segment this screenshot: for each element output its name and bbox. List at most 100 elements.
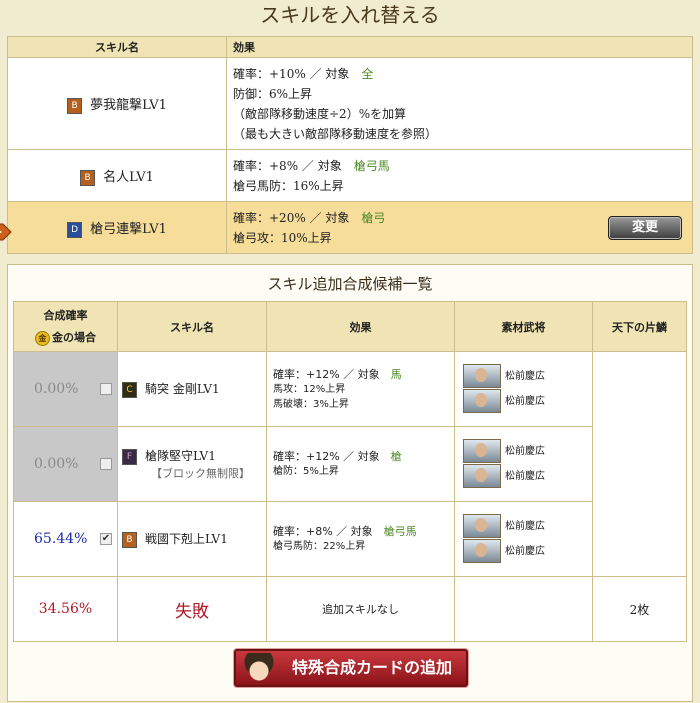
rank-badge: B: [67, 97, 83, 114]
gold-icon: 金: [35, 330, 50, 346]
tenka-count: 2枚: [592, 576, 687, 642]
header-material: 素材武将: [454, 301, 593, 352]
selection-arrow-icon: [0, 223, 12, 241]
material-general[interactable]: 松前慶広: [463, 464, 584, 489]
skill-name-cell: B 名人LV1: [7, 149, 227, 202]
effect-target: 槍弓: [361, 210, 386, 225]
select-checkbox[interactable]: [100, 458, 112, 470]
select-checkbox-checked[interactable]: ✔: [100, 533, 112, 545]
header-tenka: 天下の片鱗: [592, 301, 687, 352]
fail-effect: 追加スキルなし: [266, 576, 455, 642]
general-name: 松前慶広: [505, 371, 545, 382]
candidate-effect: 確率：+8% ／ 対象 槍弓馬 槍弓馬防：22%上昇: [266, 501, 455, 577]
fail-row: 34.56% 失敗 追加スキルなし 2枚: [13, 576, 687, 642]
material-general[interactable]: 松前慶広: [463, 389, 584, 414]
rank-badge: F: [122, 449, 137, 465]
skill-effect: 確率：+10% ／ 対象 全 防御：6%上昇 （敵部隊移動速度÷2）%を加算 （…: [226, 57, 693, 150]
general-name: 松前慶広: [505, 471, 545, 482]
candidate-skill-name: 戦國下剋上LV1: [145, 532, 228, 546]
effect-target: 槍: [390, 450, 402, 463]
rank-badge: B: [80, 169, 96, 186]
rate-value: 0.00%: [34, 456, 79, 472]
candidate-row: 0.00% C 騎突 金剛LV1 確率：+12% ／ 対象 馬 馬攻：12%上昇 …: [13, 351, 687, 577]
skill-row: B 名人LV1 確率：+8% ／ 対象 槍弓馬 槍弓馬防：16%上昇: [7, 149, 693, 202]
character-face-icon: [242, 653, 276, 683]
general-portrait-icon: [463, 514, 501, 538]
effect-rate: 確率：+12% ／ 対象: [273, 450, 380, 463]
effect-line: 馬破壊：3%上昇: [273, 398, 349, 410]
effect-line: 槍弓馬防：16%上昇: [233, 178, 344, 193]
general-name: 松前慶広: [505, 396, 545, 407]
effect-rate: 確率：+10% ／ 対象: [233, 66, 350, 81]
effect-target: 槍弓馬: [383, 525, 417, 538]
material-general[interactable]: 松前慶広: [463, 539, 584, 564]
header-gold-case: 金の場合: [52, 331, 96, 345]
general-name: 松前慶広: [505, 446, 545, 457]
rate-value: 0.00%: [34, 381, 79, 397]
candidate-row: 65.44% ✔ B 戦國下剋上LV1 確率：+8% ／ 対象 槍弓馬 槍弓馬防：…: [13, 501, 687, 577]
candidate-skill-cell: C 騎突 金剛LV1: [117, 351, 267, 427]
effect-line: 槍弓馬防：22%上昇: [273, 541, 366, 552]
effect-target: 全: [361, 66, 374, 81]
tenka-cell: [592, 351, 687, 577]
effect-rate: 確率：+8% ／ 対象: [233, 158, 342, 173]
add-special-card-button[interactable]: 特殊合成カードの追加: [234, 649, 468, 687]
skill-name-cell: D 槍弓連撃LV1: [7, 201, 227, 254]
skill-row-selected[interactable]: D 槍弓連撃LV1 確率：+20% ／ 対象 槍弓 槍弓攻：10%上昇 変更: [7, 201, 693, 254]
skill-effect: 確率：+8% ／ 対象 槍弓馬 槍弓馬防：16%上昇: [226, 149, 693, 202]
effect-rate: 確率：+20% ／ 対象: [233, 210, 350, 225]
header-rate: 合成確率 金金の場合: [13, 301, 118, 352]
add-special-card-label: 特殊合成カードの追加: [292, 658, 453, 677]
fail-label: 失敗: [117, 576, 267, 642]
select-checkbox[interactable]: [100, 383, 112, 395]
rate-cell: 0.00%: [13, 351, 118, 427]
candidate-skill-note: 【ブロック無制限】: [151, 467, 250, 480]
general-portrait-icon: [463, 539, 501, 563]
general-portrait-icon: [463, 464, 501, 488]
effect-target: 馬: [390, 367, 402, 381]
candidate-effect: 確率：+12% ／ 対象 槍 槍防：5%上昇: [266, 426, 455, 502]
candidate-skill-cell: B 戦國下剋上LV1: [117, 501, 267, 577]
header-skill-name: スキル名: [7, 36, 227, 58]
rank-badge: B: [122, 532, 137, 548]
rate-cell: 0.00%: [13, 426, 118, 502]
effect-target: 槍弓馬: [353, 158, 390, 173]
general-portrait-icon: [463, 364, 501, 388]
candidate-panel: スキル追加合成候補一覧 合成確率 金金の場合 スキル名 効果 素材武将 天下の片…: [7, 264, 693, 702]
material-general[interactable]: 松前慶広: [463, 439, 584, 464]
effect-rate: 確率：+8% ／ 対象: [273, 525, 373, 538]
effect-line: 槍防：5%上昇: [273, 466, 339, 477]
effect-line: 馬攻：12%上昇: [273, 383, 346, 395]
candidate-row: 0.00% F 槍隊堅守LV1 【ブロック無制限】 確率：+12% ／ 対象 槍 …: [13, 426, 687, 502]
material-cell: 松前慶広 松前慶広: [454, 426, 593, 502]
general-portrait-icon: [463, 389, 501, 413]
skill-name: 槍弓連撃LV1: [90, 221, 167, 237]
effect-line: （敵部隊移動速度÷2）%を加算: [233, 106, 407, 121]
material-general[interactable]: 松前慶広: [463, 514, 584, 539]
header-effect: 効果: [226, 36, 693, 58]
skill-name: 名人LV1: [103, 169, 154, 185]
rank-badge: C: [122, 382, 137, 398]
header-effect: 効果: [266, 301, 455, 352]
rate-value: 65.44%: [34, 531, 88, 547]
candidate-skill-name: 騎突 金剛LV1: [145, 382, 220, 396]
candidate-skill-cell: F 槍隊堅守LV1 【ブロック無制限】: [117, 426, 267, 502]
general-portrait-icon: [463, 439, 501, 463]
header-skill-name: スキル名: [117, 301, 267, 352]
skill-effect: 確率：+20% ／ 対象 槍弓 槍弓攻：10%上昇 変更: [226, 201, 693, 254]
fail-material: [454, 576, 593, 642]
general-name: 松前慶広: [505, 546, 545, 557]
candidate-table: 合成確率 金金の場合 スキル名 効果 素材武将 天下の片鱗 0.00% C 騎突 …: [13, 301, 687, 642]
effect-line: 防御：6%上昇: [233, 86, 313, 101]
material-general[interactable]: 松前慶広: [463, 364, 584, 389]
skill-row: B 夢我龍撃LV1 確率：+10% ／ 対象 全 防御：6%上昇 （敵部隊移動速度…: [7, 57, 693, 150]
candidate-panel-title: スキル追加合成候補一覧: [267, 275, 433, 293]
skill-name-cell: B 夢我龍撃LV1: [7, 57, 227, 150]
current-skills-table: スキル名 効果 B 夢我龍撃LV1 確率：+10% ／ 対象 全 防御：6%上昇 …: [7, 36, 693, 254]
change-button[interactable]: 変更: [608, 215, 682, 240]
general-name: 松前慶広: [505, 521, 545, 532]
fail-rate: 34.56%: [13, 576, 118, 642]
material-cell: 松前慶広 松前慶広: [454, 501, 593, 577]
effect-line: （最も大きい敵部隊移動速度を参照）: [233, 126, 438, 141]
material-cell: 松前慶広 松前慶広: [454, 351, 593, 427]
